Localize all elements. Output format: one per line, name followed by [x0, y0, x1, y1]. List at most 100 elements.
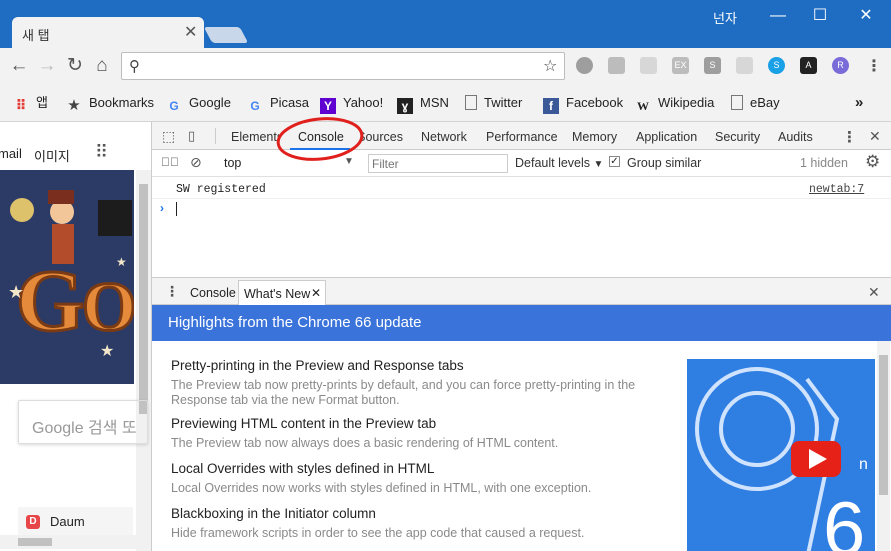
- search-placeholder: Google 검색 또: [32, 420, 137, 437]
- whats-new-banner: Highlights from the Chrome 66 update: [152, 305, 891, 341]
- gmail-link[interactable]: mail: [0, 146, 22, 161]
- scrollbar-thumb[interactable]: [18, 538, 52, 546]
- reload-icon[interactable]: ↻: [63, 54, 87, 78]
- apps-grid-icon[interactable]: ⠿: [95, 142, 108, 163]
- bookmarks-bar: ⠿ 앱 ★ Bookmarks G Google G Picasa Y Yahoo! ɣM…: [0, 84, 891, 122]
- tab-network[interactable]: Network: [421, 122, 467, 150]
- shortcut-label: Daum: [50, 514, 85, 529]
- svg-text:★: ★: [116, 255, 127, 269]
- feature-description: Local Overrides now works with styles de…: [171, 481, 592, 495]
- svg-text:O: O: [82, 269, 134, 346]
- tab-memory[interactable]: Memory: [572, 122, 617, 150]
- bookmark-wikipedia[interactable]: W Wikipedia: [635, 93, 714, 113]
- bookmark-apps[interactable]: ⠿ 앱: [13, 93, 48, 113]
- s-extension-icon[interactable]: S: [704, 57, 721, 74]
- divider: [215, 128, 216, 144]
- daum-icon: D: [26, 515, 40, 529]
- wikipedia-icon: W: [637, 99, 649, 113]
- device-toolbar-icon[interactable]: ▯: [188, 128, 195, 144]
- drawer-tab-whats-new[interactable]: What's New ✕: [238, 280, 326, 305]
- shield-extension-icon[interactable]: [640, 57, 657, 74]
- svg-text:n: n: [859, 456, 868, 473]
- close-tab-icon[interactable]: ✕: [311, 286, 321, 300]
- log-text: SW registered: [176, 183, 266, 196]
- bookmark-bookmarks[interactable]: ★ Bookmarks: [66, 93, 154, 114]
- inspect-element-icon[interactable]: ⬚: [162, 128, 175, 145]
- video-thumbnail[interactable]: 6 n: [687, 359, 875, 551]
- r-extension-icon[interactable]: R: [832, 57, 849, 74]
- chat-extension-icon[interactable]: [576, 57, 593, 74]
- browser-tab[interactable]: 새 탭 ✕: [12, 17, 204, 49]
- title-bar: 새 탭 ✕ 넌자 — ☐ ✕: [0, 0, 891, 49]
- msn-icon: ɣ: [397, 98, 413, 114]
- facebook-icon: f: [543, 98, 559, 114]
- show-sidebar-icon[interactable]: ▶⃞: [161, 155, 179, 169]
- tab-sources[interactable]: Sources: [361, 122, 403, 150]
- console-message: SW registered newtab:7: [152, 178, 891, 199]
- a-extension-icon[interactable]: A: [800, 57, 817, 74]
- back-icon[interactable]: ←: [7, 54, 31, 78]
- address-bar[interactable]: ⚲ ☆: [121, 52, 565, 80]
- feature-title: Previewing HTML content in the Preview t…: [171, 416, 437, 431]
- clear-console-icon[interactable]: ⊘: [190, 154, 202, 171]
- new-tab-button[interactable]: [203, 27, 249, 43]
- bookmark-twitter[interactable]: Twitter: [465, 93, 522, 113]
- close-drawer-icon[interactable]: ✕: [868, 284, 880, 301]
- drawer-tab-console[interactable]: Console: [190, 286, 236, 300]
- bookmark-facebook[interactable]: f Facebook: [543, 93, 623, 114]
- settings-gear-icon[interactable]: ⚙: [865, 152, 880, 172]
- horizontal-scrollbar[interactable]: [0, 535, 151, 549]
- page-icon: [465, 95, 477, 110]
- minimize-icon[interactable]: —: [758, 4, 798, 28]
- group-similar-checkbox[interactable]: ✓: [609, 156, 620, 167]
- images-link[interactable]: 이미지: [34, 146, 70, 165]
- bookmark-yahoo[interactable]: Y Yahoo!: [320, 93, 383, 114]
- devtools-menu-icon[interactable]: ⋮: [842, 128, 857, 146]
- tab-security[interactable]: Security: [715, 122, 760, 150]
- tab-audits[interactable]: Audits: [778, 122, 813, 150]
- extension-icon[interactable]: [608, 57, 625, 74]
- profile-name[interactable]: 넌자: [713, 8, 737, 27]
- shortcut-daum[interactable]: D Daum: [18, 507, 133, 537]
- filter-input[interactable]: [368, 154, 508, 173]
- yahoo-icon: Y: [320, 98, 336, 114]
- bookmark-picasa[interactable]: G Picasa: [247, 93, 309, 113]
- drawer-scrollbar[interactable]: [877, 341, 890, 551]
- toolbar: ← → ↻ ⌂ ⚲ ☆ EX S S A R ⋮: [0, 48, 891, 84]
- menu-icon[interactable]: ⋮: [866, 56, 882, 76]
- page-scrollbar[interactable]: [136, 170, 151, 551]
- context-select[interactable]: top ▼: [216, 153, 356, 173]
- skype-icon[interactable]: S: [768, 57, 785, 74]
- console-input-caret[interactable]: [176, 202, 177, 216]
- home-icon[interactable]: ⌂: [90, 54, 114, 78]
- tab-elements[interactable]: Elements: [231, 122, 279, 150]
- tab-application[interactable]: Application: [636, 122, 697, 150]
- search-icon: ⚲: [129, 58, 140, 75]
- devtools-panel: ⬚ ▯ Elements Console Sources Network Per…: [151, 117, 891, 551]
- log-source-link[interactable]: newtab:7: [809, 183, 864, 196]
- google-doodle[interactable]: G O ★ ★ ★: [0, 170, 138, 384]
- feature-description: The Preview tab now pretty-prints by def…: [171, 378, 636, 407]
- page-viewport: mail 이미지 ⠿ G O ★ ★ ★ Google 검색 또 D Daum: [0, 122, 151, 551]
- ex-extension-icon[interactable]: EX: [672, 57, 689, 74]
- bookmark-ebay[interactable]: eBay: [731, 93, 780, 113]
- tab-performance[interactable]: Performance: [486, 122, 558, 150]
- bookmark-star-icon[interactable]: ☆: [543, 56, 557, 76]
- svg-text:★: ★: [8, 282, 24, 302]
- svg-text:G: G: [16, 253, 84, 350]
- log-levels-select[interactable]: Default levels ▼: [515, 156, 603, 170]
- apps-grid-icon: ⠿: [15, 97, 27, 113]
- tab-close-icon[interactable]: ✕: [184, 22, 197, 42]
- card-extension-icon[interactable]: [736, 57, 753, 74]
- google-search-box[interactable]: Google 검색 또: [18, 400, 148, 444]
- scrollbar-thumb[interactable]: [139, 184, 148, 414]
- bookmark-google[interactable]: G Google: [166, 93, 231, 113]
- scrollbar-thumb[interactable]: [879, 355, 888, 495]
- bookmark-msn[interactable]: ɣ MSN: [397, 93, 449, 114]
- forward-icon[interactable]: →: [35, 54, 59, 78]
- more-bookmarks-icon[interactable]: »: [855, 93, 863, 113]
- maximize-icon[interactable]: ☐: [800, 4, 840, 28]
- close-devtools-icon[interactable]: ✕: [869, 128, 881, 145]
- close-window-icon[interactable]: ✕: [846, 4, 886, 28]
- drawer-menu-icon[interactable]: ⋮: [165, 283, 179, 300]
